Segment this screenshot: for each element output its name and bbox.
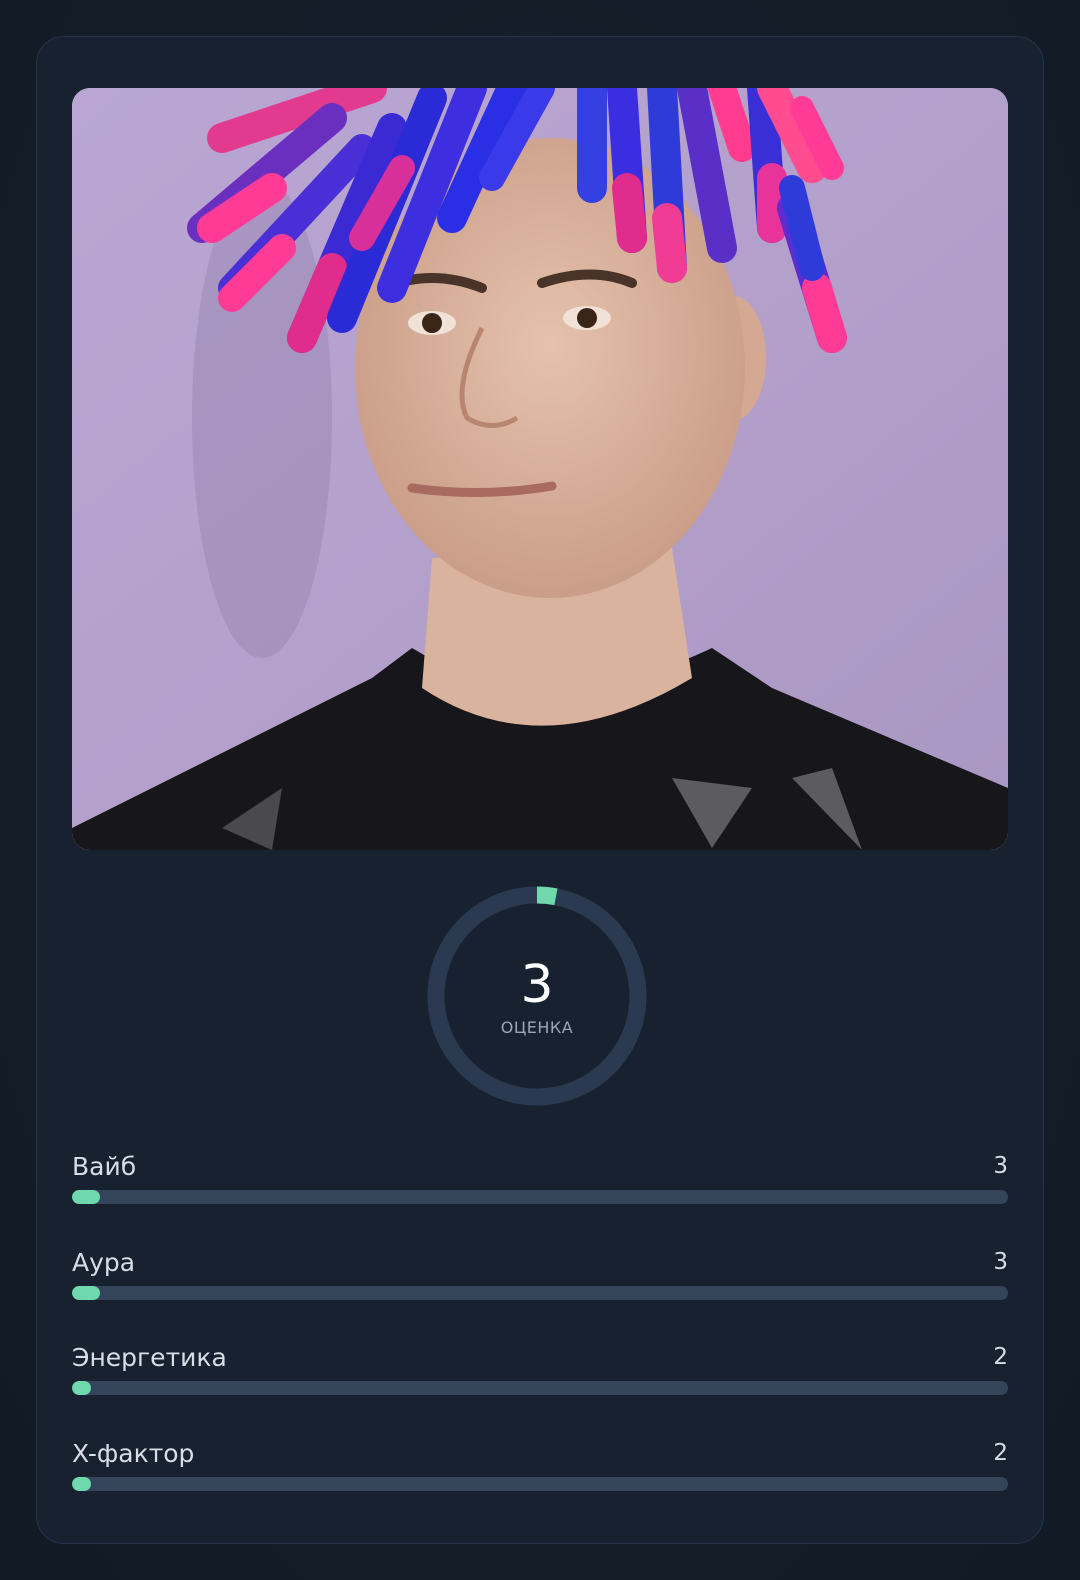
metric-label: Вайб — [72, 1152, 137, 1181]
score-value: 3 — [520, 955, 554, 1015]
metric-label: Аура — [72, 1247, 136, 1277]
profile-photo — [72, 88, 1008, 850]
metric-vibe: Вайб 3 — [72, 1147, 1008, 1243]
portrait-image — [72, 88, 1008, 850]
metric-fill — [72, 1381, 91, 1395]
result-card: 3 ОЦЕНКА Вайб 3 Аура 3 Энергетика 2 X-фа… — [36, 36, 1044, 1544]
metrics-list: Вайб 3 Аура 3 Энергетика 2 X-фактор 2 — [72, 1147, 1008, 1529]
metric-value: 3 — [993, 1248, 1008, 1275]
metric-fill — [72, 1285, 101, 1300]
metric-track — [72, 1190, 1008, 1204]
metric-value: 2 — [993, 1439, 1008, 1466]
metric-label: X-фактор — [72, 1438, 195, 1468]
metric-fill — [72, 1476, 91, 1491]
metric-aura: Аура 3 — [72, 1243, 1008, 1339]
score-caption: ОЦЕНКА — [500, 1018, 574, 1037]
metric-x-factor: X-фактор 2 — [72, 1434, 1008, 1530]
metric-track — [72, 1476, 1008, 1491]
metric-value: 2 — [993, 1344, 1008, 1370]
metric-fill — [72, 1190, 101, 1204]
metric-value: 3 — [993, 1153, 1008, 1179]
page: 3 ОЦЕНКА Вайб 3 Аура 3 Энергетика 2 X-фа… — [0, 0, 1080, 1580]
metric-track — [72, 1381, 1008, 1395]
metric-energy: Энергетика 2 — [72, 1338, 1008, 1434]
metric-label: Энергетика — [72, 1343, 227, 1372]
metric-track — [72, 1285, 1008, 1300]
score-ring: 3 ОЦЕНКА — [426, 885, 648, 1107]
